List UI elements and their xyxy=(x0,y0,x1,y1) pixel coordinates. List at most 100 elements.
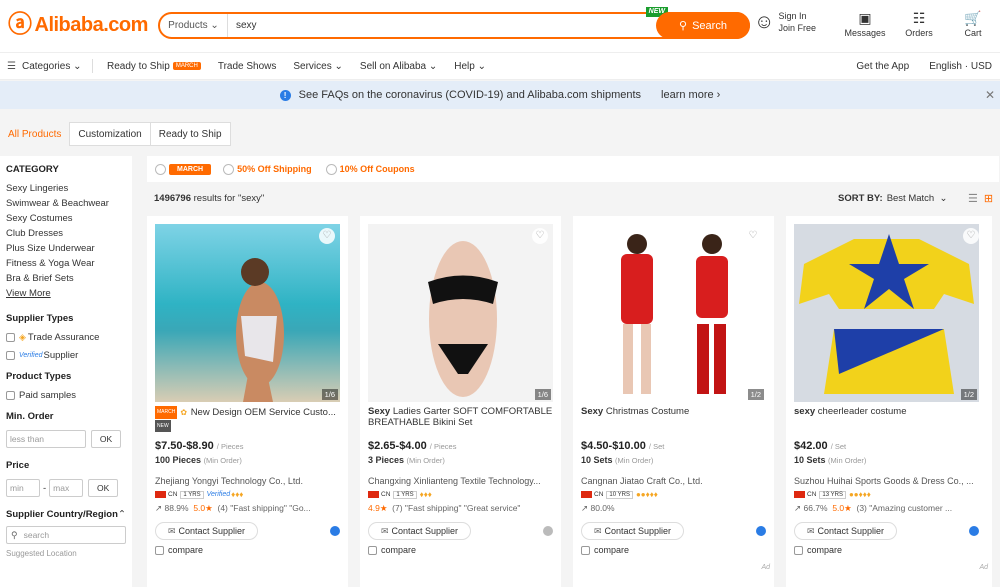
sort-label: SORT BY: xyxy=(838,193,883,204)
favorite-heart-icon[interactable]: ♡ xyxy=(745,228,761,244)
compare-row[interactable]: compare xyxy=(794,545,979,555)
search-category-select[interactable]: Products ⌄ xyxy=(160,14,228,37)
contact-supplier-button[interactable]: ✉ Contact Supplier xyxy=(581,522,684,540)
march-radio[interactable] xyxy=(155,163,166,175)
nav-sell[interactable]: Sell on Alibaba ⌄ xyxy=(360,61,437,72)
chat-icon[interactable] xyxy=(543,526,553,536)
nav-services[interactable]: Services ⌄ xyxy=(293,61,343,72)
tab-all-products[interactable]: All Products xyxy=(0,122,70,146)
product-card[interactable]: ♡ 1/6 Sexy Ladies Garter SOFT COMFORTABL… xyxy=(360,216,561,587)
view-more-link[interactable]: View More xyxy=(6,288,126,299)
sort-select[interactable]: SORT BY: Best Match ⌄ xyxy=(838,193,947,204)
supplier-name[interactable]: Cangnan Jiatao Craft Co., Ltd. xyxy=(581,476,766,486)
ok-button[interactable]: OK xyxy=(91,430,121,448)
checkbox[interactable] xyxy=(6,333,15,342)
chat-icon[interactable] xyxy=(330,526,340,536)
product-image[interactable] xyxy=(368,224,553,402)
nav-categories[interactable]: ☰ Categories ⌄ xyxy=(0,61,92,72)
product-title[interactable]: MARCH ✿ New Design OEM Service Custo... N… xyxy=(155,406,340,432)
supplier-badges: CN 1 YRS Verified ♦♦♦ xyxy=(155,490,340,499)
messages-link[interactable]: ▣ Messages xyxy=(838,10,892,38)
checkbox[interactable] xyxy=(581,545,590,555)
product-title[interactable]: Sexy Christmas Costume xyxy=(581,406,766,432)
country-heading-row[interactable]: Supplier Country/Region ⌃ xyxy=(6,509,126,520)
category-link[interactable]: Club Dresses xyxy=(6,228,126,239)
category-link[interactable]: Swimwear & Beachwear xyxy=(6,198,126,209)
signin-link[interactable]: ☺ Sign In Join Free xyxy=(754,10,816,34)
product-card[interactable]: ♡ 1/2 sexy cheerleader costume $42.00 / … xyxy=(786,216,992,587)
category-link[interactable]: Bra & Brief Sets xyxy=(6,273,126,284)
tab-customization[interactable]: Customization xyxy=(69,122,151,146)
moq-unit: (Min Order) xyxy=(406,456,445,465)
chevron-down-icon: ⌄ xyxy=(210,20,219,31)
product-card[interactable]: ♡ 1/6 MARCH ✿ New Design OEM Service Cust… xyxy=(147,216,348,587)
category-link[interactable]: Plus Size Underwear xyxy=(6,243,126,254)
category-link[interactable]: Sexy Lingeries xyxy=(6,183,126,194)
search-bar: Products ⌄ 📷 NEW ⚲ Search xyxy=(158,7,750,39)
coupons-radio[interactable] xyxy=(325,163,337,175)
verified-supplier-filter[interactable]: Verified Supplier xyxy=(6,350,126,361)
product-title-text: cheerleader costume xyxy=(815,406,907,417)
march-chip[interactable]: MARCH xyxy=(169,163,212,175)
product-image[interactable] xyxy=(155,224,340,402)
contact-supplier-button[interactable]: ✉ Contact Supplier xyxy=(794,522,897,540)
compare-row[interactable]: compare xyxy=(155,545,340,555)
favorite-heart-icon[interactable]: ♡ xyxy=(319,228,335,244)
china-flag-icon xyxy=(155,491,166,498)
contact-supplier-button[interactable]: ✉ Contact Supplier xyxy=(155,522,258,540)
nav-trade-shows[interactable]: Trade Shows xyxy=(218,61,277,72)
compare-row[interactable]: compare xyxy=(368,545,553,555)
checkbox[interactable] xyxy=(6,351,15,360)
close-icon[interactable]: ✕ xyxy=(985,88,995,102)
product-title[interactable]: sexy cheerleader costume xyxy=(794,406,979,432)
checkbox[interactable] xyxy=(794,545,803,555)
rating: 5.0★ xyxy=(832,503,852,513)
shipping-filter-label[interactable]: 50% Off Shipping xyxy=(237,164,312,174)
compare-row[interactable]: compare xyxy=(581,545,766,555)
favorite-heart-icon[interactable]: ♡ xyxy=(532,228,548,244)
product-image[interactable] xyxy=(794,224,979,402)
category-link[interactable]: Fitness & Yoga Wear xyxy=(6,258,126,269)
nav-ready-to-ship[interactable]: Ready to Ship MARCH xyxy=(107,61,201,72)
nav-label: Trade Shows xyxy=(217,60,277,72)
checkbox[interactable] xyxy=(6,391,15,400)
price-value: $4.50-$10.00 xyxy=(581,440,646,452)
min-order-input[interactable]: less than xyxy=(6,430,86,448)
tab-ready-to-ship[interactable]: Ready to Ship xyxy=(149,122,231,146)
get-app-link[interactable]: Get the App xyxy=(856,61,909,72)
chat-icon[interactable] xyxy=(756,526,766,536)
product-title[interactable]: Sexy Ladies Garter SOFT COMFORTABLE BREA… xyxy=(368,406,553,432)
search-button[interactable]: ⚲ Search xyxy=(656,12,750,39)
checkbox[interactable] xyxy=(155,545,164,555)
shipping-radio[interactable] xyxy=(223,163,235,175)
alibaba-logo[interactable]: ⓐ Alibaba.com xyxy=(8,13,148,37)
nav-help[interactable]: Help ⌄ xyxy=(454,61,486,72)
cart-link[interactable]: 🛒 Cart xyxy=(946,10,1000,38)
learn-more-link[interactable]: learn more › xyxy=(661,89,720,101)
rating: 4.9★ xyxy=(368,503,388,513)
supplier-name[interactable]: Zhejiang Yongyi Technology Co., Ltd. xyxy=(155,476,340,486)
new-tag: NEW xyxy=(155,420,171,432)
ok-button[interactable]: OK xyxy=(88,479,119,497)
favorite-heart-icon[interactable]: ♡ xyxy=(963,228,979,244)
moq-value: 10 Sets xyxy=(581,455,613,465)
grid-view-icon[interactable]: ⊞ xyxy=(984,192,993,205)
checkbox[interactable] xyxy=(368,545,377,555)
paid-samples-filter[interactable]: Paid samples xyxy=(6,390,126,401)
product-card[interactable]: ♡ 1/2 Sexy Christmas Costume $4.50-$10.0… xyxy=(573,216,774,587)
coupons-filter-label[interactable]: 10% Off Coupons xyxy=(340,164,415,174)
product-image[interactable] xyxy=(581,224,766,402)
supplier-name[interactable]: Suzhou Huihai Sports Goods & Dress Co., … xyxy=(794,476,979,486)
orders-link[interactable]: ☷ Orders xyxy=(892,10,946,38)
contact-supplier-button[interactable]: ✉ Contact Supplier xyxy=(368,522,471,540)
language-currency-select[interactable]: English · USD xyxy=(929,61,992,72)
country-search-input[interactable]: ⚲ search xyxy=(6,526,126,544)
chat-icon[interactable] xyxy=(969,526,979,536)
category-link[interactable]: Sexy Costumes xyxy=(6,213,126,224)
price-max-input[interactable]: max xyxy=(49,479,84,497)
search-input[interactable] xyxy=(228,14,726,37)
trade-assurance-filter[interactable]: ◈ Trade Assurance xyxy=(6,332,126,343)
price-min-input[interactable]: min xyxy=(6,479,40,497)
list-view-icon[interactable]: ☰ xyxy=(968,192,978,205)
supplier-name[interactable]: Changxing Xinlianteng Textile Technology… xyxy=(368,476,553,486)
